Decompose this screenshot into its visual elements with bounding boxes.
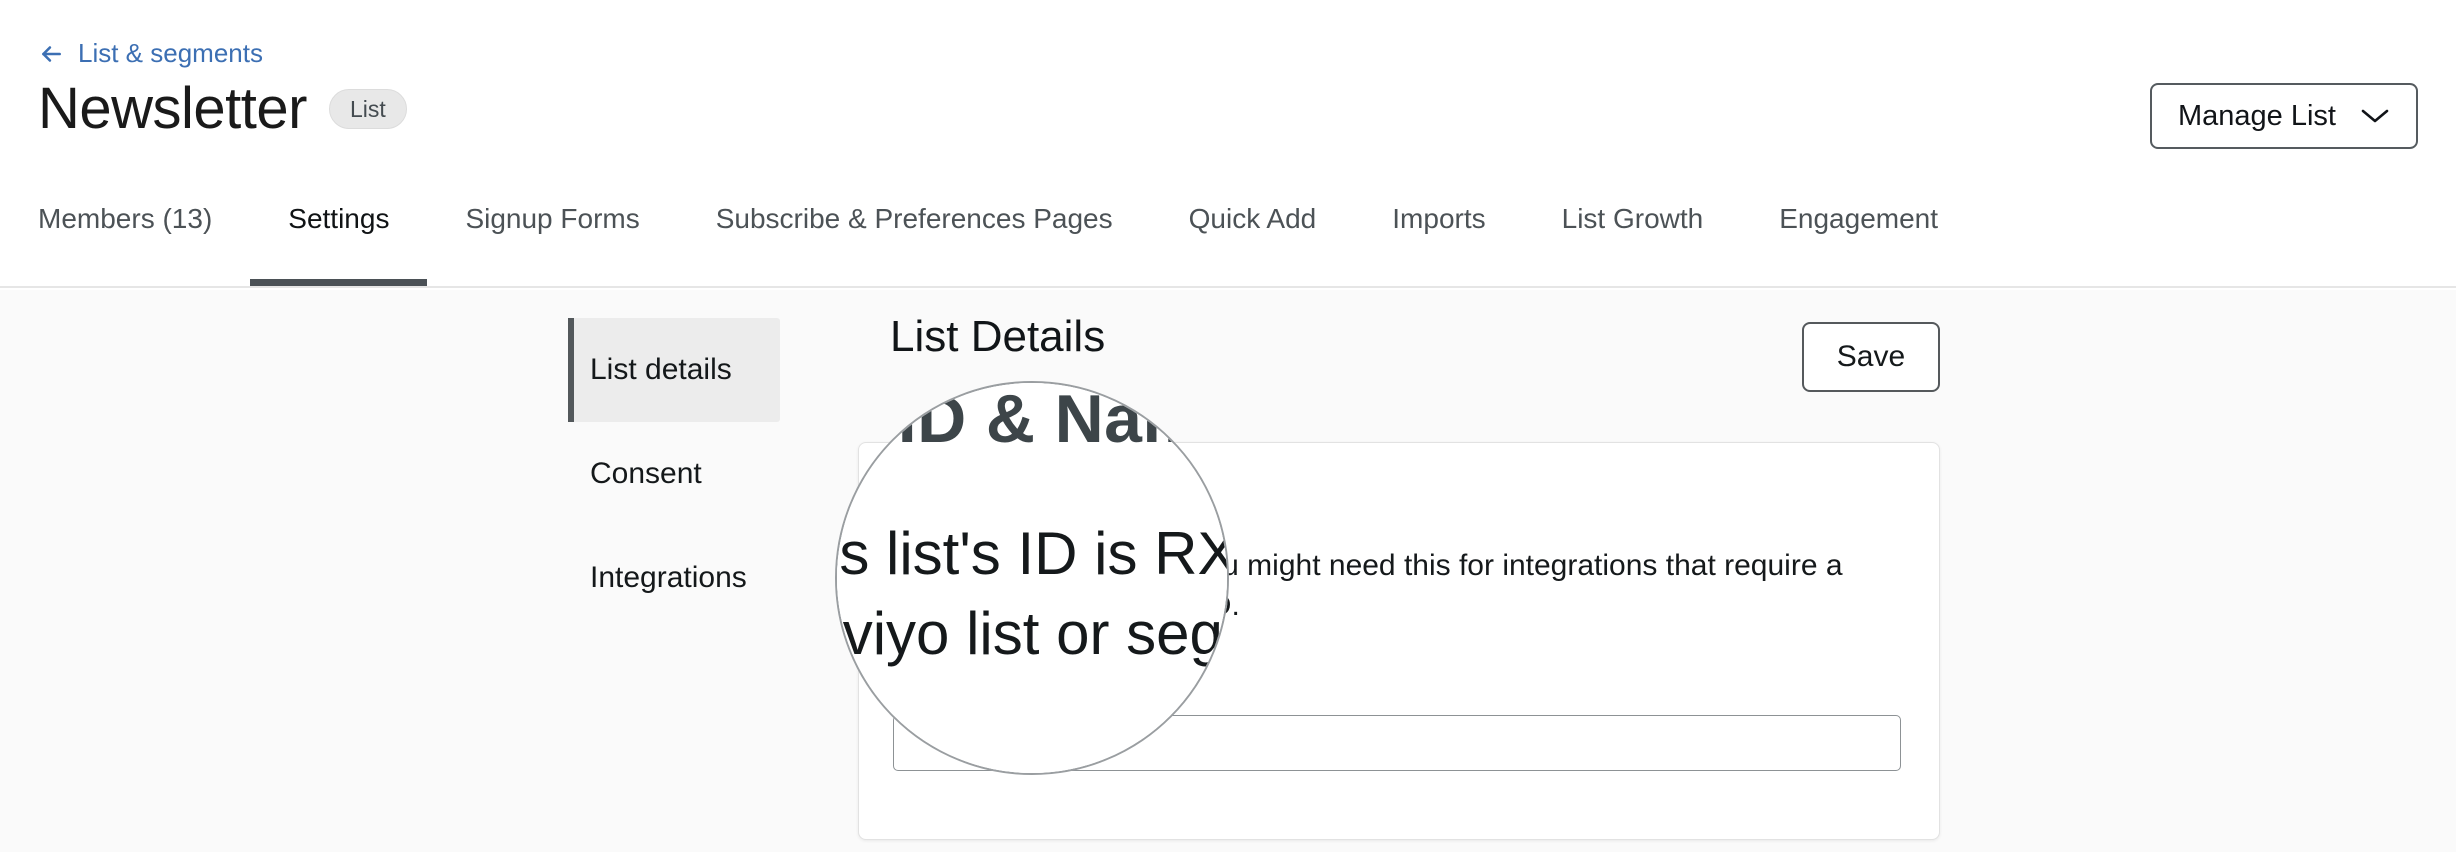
sidebar-item-list-details[interactable]: List details [568, 318, 780, 422]
card-description: This list's ID is RX2R. You might need t… [893, 546, 1903, 625]
tab-label: Quick Add [1189, 198, 1317, 235]
title-row: Newsletter List [38, 80, 407, 138]
sidebar-item-label: Integrations [590, 561, 747, 595]
list-name-label: List Name [893, 671, 1905, 705]
tab-label: Signup Forms [465, 198, 639, 235]
tab-quick-add[interactable]: Quick Add [1151, 198, 1355, 286]
tab-settings[interactable]: Settings [250, 198, 427, 286]
back-to-list-and-segments-link[interactable]: List & segments [38, 38, 263, 69]
page-header: List & segments Newsletter List Manage L… [0, 0, 2456, 288]
sidebar-item-label: List details [590, 353, 732, 387]
tab-signup-forms[interactable]: Signup Forms [427, 198, 677, 286]
list-type-badge: List [329, 89, 407, 129]
card-heading: List ID & Name [893, 479, 1905, 518]
page-title: Newsletter [38, 80, 307, 138]
tab-subscribe-preferences-pages[interactable]: Subscribe & Preferences Pages [678, 198, 1151, 286]
sidebar-item-consent[interactable]: Consent [568, 422, 780, 526]
chevron-down-icon [2360, 107, 2390, 125]
list-details-panel: List Details Save List ID & Name This li… [858, 290, 1940, 400]
settings-content-area: List details Consent Integrations List D… [0, 290, 2456, 852]
card-body: List ID & Name This list's ID is RX2R. Y… [859, 443, 1939, 807]
settings-sidebar: List details Consent Integrations [568, 318, 780, 630]
back-link-label: List & segments [78, 38, 263, 69]
tab-list-growth[interactable]: List Growth [1524, 198, 1742, 286]
tab-label: Engagement [1779, 198, 1938, 235]
list-name-input[interactable] [893, 715, 1901, 771]
panel-title: List Details [890, 312, 1105, 362]
tab-imports[interactable]: Imports [1354, 198, 1523, 286]
sidebar-item-label: Consent [590, 457, 702, 491]
tab-label: Members (13) [38, 198, 212, 235]
tab-label: Imports [1392, 198, 1485, 235]
primary-tab-bar: Members (13) Settings Signup Forms Subsc… [0, 198, 2456, 286]
list-id-and-name-card: List ID & Name This list's ID is RX2R. Y… [858, 442, 1940, 840]
tab-members[interactable]: Members (13) [0, 198, 250, 286]
tab-label: Settings [288, 198, 389, 235]
tab-label: List Growth [1562, 198, 1704, 235]
sidebar-item-integrations[interactable]: Integrations [568, 526, 780, 630]
arrow-left-icon [38, 41, 64, 67]
manage-list-label: Manage List [2178, 100, 2336, 133]
panel-header: List Details Save [858, 290, 1940, 400]
tab-engagement[interactable]: Engagement [1741, 198, 1976, 286]
manage-list-button[interactable]: Manage List [2150, 83, 2418, 149]
app-page: List & segments Newsletter List Manage L… [0, 0, 2456, 852]
save-button[interactable]: Save [1802, 322, 1940, 392]
tab-label: Subscribe & Preferences Pages [716, 198, 1113, 235]
